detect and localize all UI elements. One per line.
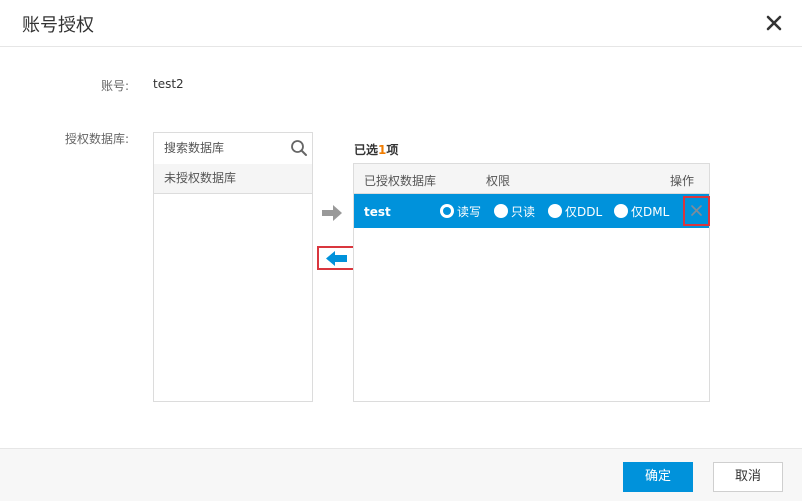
database-label: 授权数据库: bbox=[65, 132, 130, 146]
dialog-header: 账号授权 bbox=[0, 0, 802, 47]
radio-button[interactable] bbox=[440, 204, 454, 218]
radio-dml-only[interactable]: 仅DML bbox=[614, 203, 669, 219]
dialog-footer: 确定 取消 bbox=[0, 448, 802, 501]
close-icon[interactable] bbox=[765, 14, 783, 32]
cancel-button[interactable]: 取消 bbox=[713, 462, 783, 492]
radio-label: 只读 bbox=[511, 204, 536, 219]
search-input[interactable] bbox=[154, 133, 284, 163]
account-label: 账号: bbox=[101, 79, 130, 93]
arrow-left-icon bbox=[326, 251, 347, 266]
column-action: 操作 bbox=[670, 174, 695, 188]
radio-ddl-only[interactable]: 仅DDL bbox=[548, 203, 602, 219]
confirm-button[interactable]: 确定 bbox=[623, 462, 693, 492]
selected-count: 已选1项 bbox=[354, 141, 398, 158]
radio-button[interactable] bbox=[548, 204, 562, 218]
selected-count-suffix: 项 bbox=[386, 143, 399, 157]
radio-button[interactable] bbox=[494, 204, 508, 218]
arrow-right-icon[interactable] bbox=[321, 204, 343, 222]
table-row[interactable]: test 读写 只读 仅DDL 仅DML bbox=[354, 194, 709, 228]
radio-label: 读写 bbox=[457, 204, 482, 219]
dialog-title: 账号授权 bbox=[22, 15, 94, 36]
radio-read-only[interactable]: 只读 bbox=[494, 203, 535, 219]
remove-button[interactable] bbox=[683, 196, 710, 226]
radio-label: 仅DDL bbox=[565, 204, 603, 219]
move-left-button[interactable] bbox=[317, 246, 356, 270]
authorized-db-header: 已授权数据库 权限 操作 bbox=[354, 164, 709, 194]
radio-button[interactable] bbox=[614, 204, 628, 218]
account-value: test2 bbox=[153, 77, 184, 91]
radio-label: 仅DML bbox=[631, 204, 670, 219]
unauthorized-db-header: 未授权数据库 bbox=[154, 164, 312, 194]
row-db-name: test bbox=[364, 205, 391, 219]
unauthorized-db-panel: 未授权数据库 bbox=[153, 132, 313, 402]
close-icon bbox=[691, 205, 702, 216]
column-database: 已授权数据库 bbox=[364, 174, 437, 188]
search-bar bbox=[154, 133, 312, 165]
selected-count-prefix: 已选 bbox=[354, 143, 379, 157]
authorized-db-panel: 已授权数据库 权限 操作 test 读写 只读 仅DDL 仅DML bbox=[353, 163, 710, 402]
column-permission: 权限 bbox=[486, 174, 511, 188]
radio-read-write[interactable]: 读写 bbox=[440, 203, 481, 219]
search-icon[interactable] bbox=[290, 139, 308, 157]
